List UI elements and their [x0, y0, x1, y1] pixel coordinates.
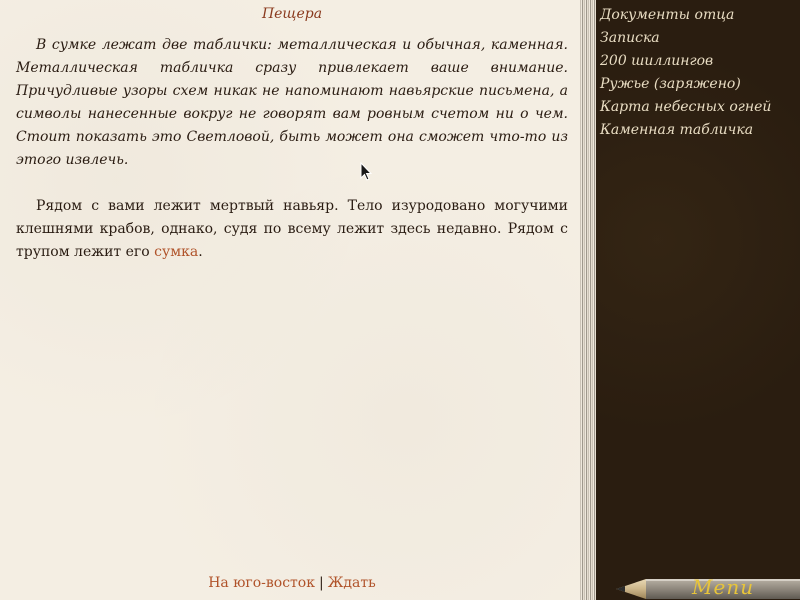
go-southeast-link[interactable]: На юго-восток [208, 575, 315, 591]
arrow-cursor-icon [360, 161, 373, 186]
page-divider [580, 0, 596, 600]
inventory-item-sky-map[interactable]: Карта небесных огней [600, 96, 771, 119]
story-paragraph-2-end: . [198, 244, 203, 260]
inventory-sidebar: Документы отца Записка 200 шиллингов Руж… [596, 0, 800, 600]
action-bar: На юго-восток | Ждать [0, 575, 584, 591]
story-paragraph-2-text: Рядом с вами лежит мертвый навьяр. Тело … [16, 198, 568, 260]
wait-link[interactable]: Ждать [328, 575, 376, 591]
story-page: Пещера В сумке лежат две таблички: метал… [0, 0, 580, 600]
menu-button[interactable]: Menu [616, 575, 800, 600]
story-text: В сумке лежат две таблички: металлическа… [16, 34, 568, 264]
inventory-item-stone-tablet[interactable]: Каменная табличка [600, 119, 771, 142]
inventory-item-note[interactable]: Записка [600, 27, 771, 50]
inventory-item-shillings[interactable]: 200 шиллингов [600, 50, 771, 73]
story-paragraph-1: В сумке лежат две таблички: металлическа… [16, 37, 568, 168]
bag-link[interactable]: сумка [154, 244, 198, 260]
story-paragraph-2: Рядом с вами лежит мертвый навьяр. Тело … [16, 195, 568, 264]
inventory-item-rifle[interactable]: Ружье (заряжено) [600, 73, 771, 96]
inventory-list: Документы отца Записка 200 шиллингов Руж… [600, 4, 771, 142]
action-separator: | [318, 575, 324, 591]
location-title: Пещера [261, 6, 323, 22]
inventory-item-father-documents[interactable]: Документы отца [600, 4, 771, 27]
menu-label: Menu [692, 575, 755, 599]
